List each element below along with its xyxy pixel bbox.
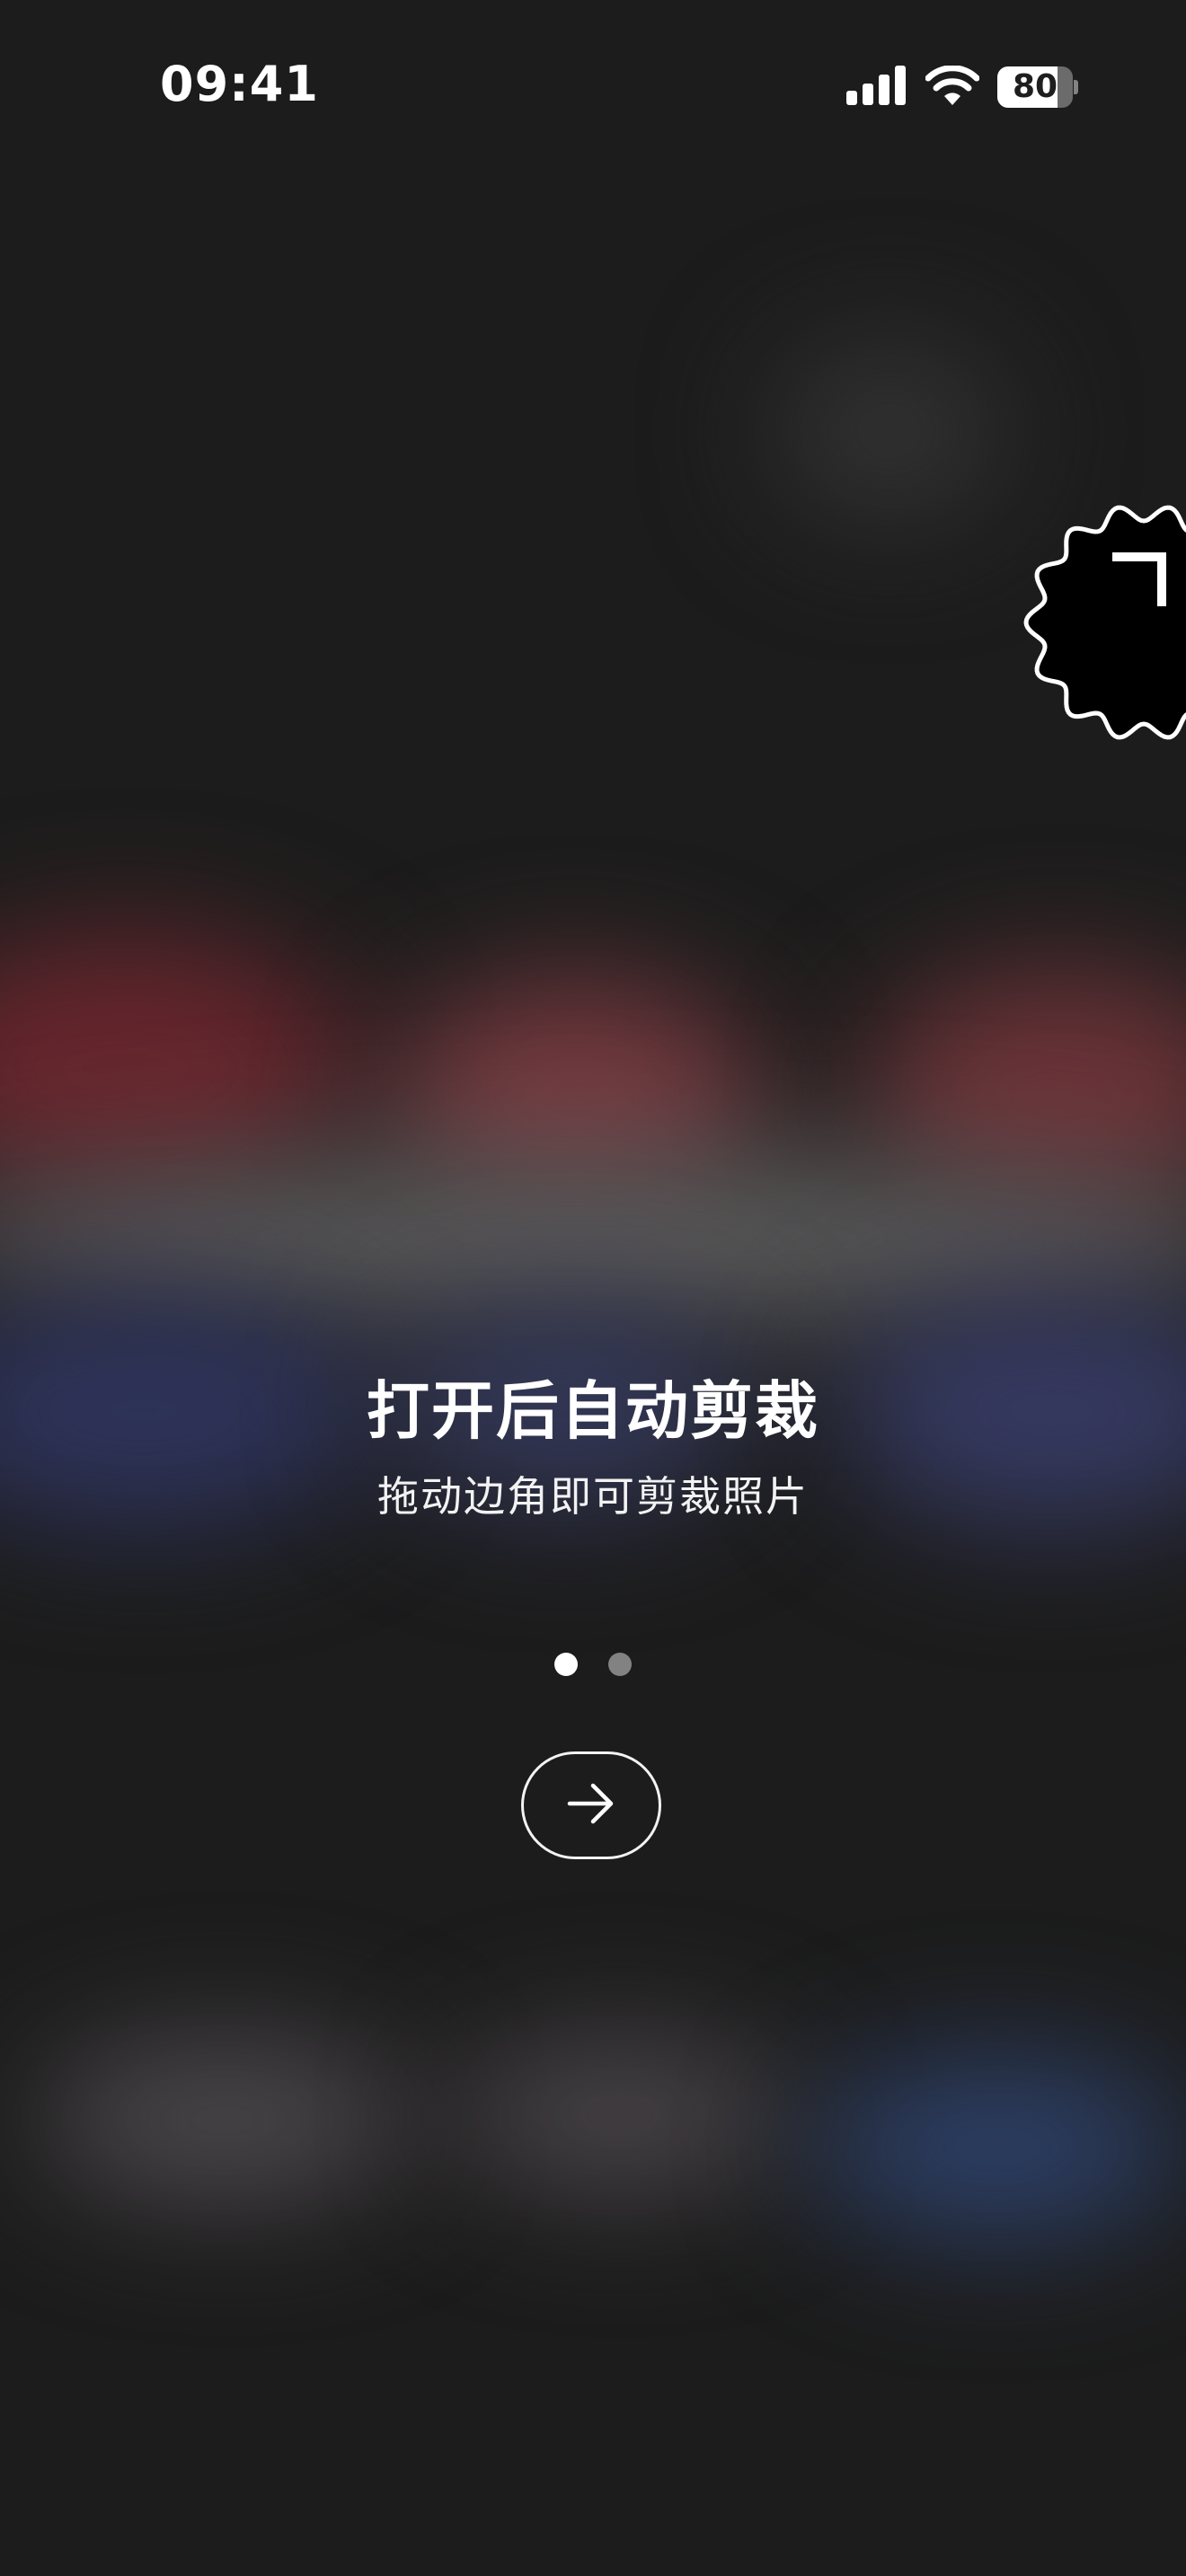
blurred-background-photo <box>0 0 1186 2576</box>
cellular-signal-icon <box>846 66 907 109</box>
status-time: 09:41 <box>160 56 319 112</box>
onboarding-screen: 09:41 80 打开后自动剪裁 拖动边角即可剪裁照片 <box>0 0 1186 2576</box>
status-indicators: 80 <box>846 65 1078 110</box>
onboarding-title: 打开后自动剪裁 <box>367 1374 819 1448</box>
status-bar: 09:41 80 <box>0 0 1186 171</box>
page-indicator[interactable] <box>0 1653 1186 1676</box>
onboarding-subtitle: 拖动边角即可剪裁照片 <box>377 1472 809 1521</box>
page-dot-2[interactable] <box>608 1653 632 1676</box>
crop-corner-icon <box>1023 505 1186 740</box>
arrow-right-icon <box>566 1782 616 1829</box>
battery-body: 80 <box>997 66 1073 108</box>
page-dot-1[interactable] <box>554 1653 578 1676</box>
battery-charging-icon: 80 <box>997 66 1078 108</box>
crop-corner-badge <box>1013 492 1186 753</box>
battery-level: 80 <box>1012 68 1058 105</box>
battery-cap <box>1074 80 1078 94</box>
wifi-icon <box>925 65 980 109</box>
next-button[interactable] <box>521 1751 661 1859</box>
